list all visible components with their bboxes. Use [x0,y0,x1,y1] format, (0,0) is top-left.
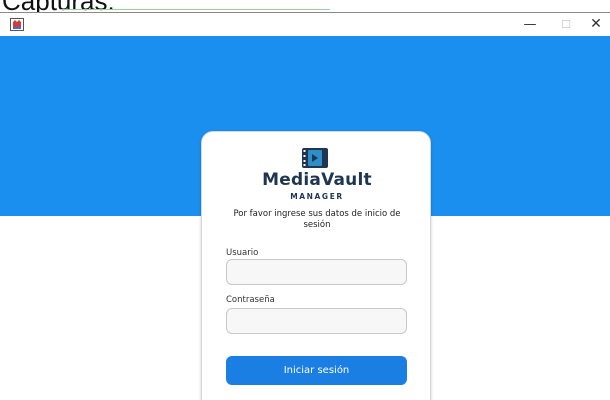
java-app-icon [10,18,24,31]
caption-text: Capturas: [2,0,115,12]
login-card: MediaVault MANAGER Por favor ingrese sus… [201,131,431,400]
caption-underline [60,9,330,10]
login-button[interactable]: Iniciar sesión [226,356,407,385]
username-label: Usuario [226,248,259,258]
close-button[interactable]: ✕ [578,13,610,35]
clipped-caption: Capturas: [0,0,610,12]
password-label: Contraseña [226,295,275,305]
minimize-button[interactable]: — [512,13,548,35]
brand-name: MediaVault [262,170,372,190]
login-instructions: Por favor ingrese sus datos de inicio de… [233,209,401,230]
video-play-icon [302,148,328,168]
window-title-bar: — ☐ ✕ [0,12,610,36]
username-field[interactable] [226,259,407,285]
password-field[interactable] [226,308,407,334]
brand-tagline: MANAGER [290,192,344,201]
